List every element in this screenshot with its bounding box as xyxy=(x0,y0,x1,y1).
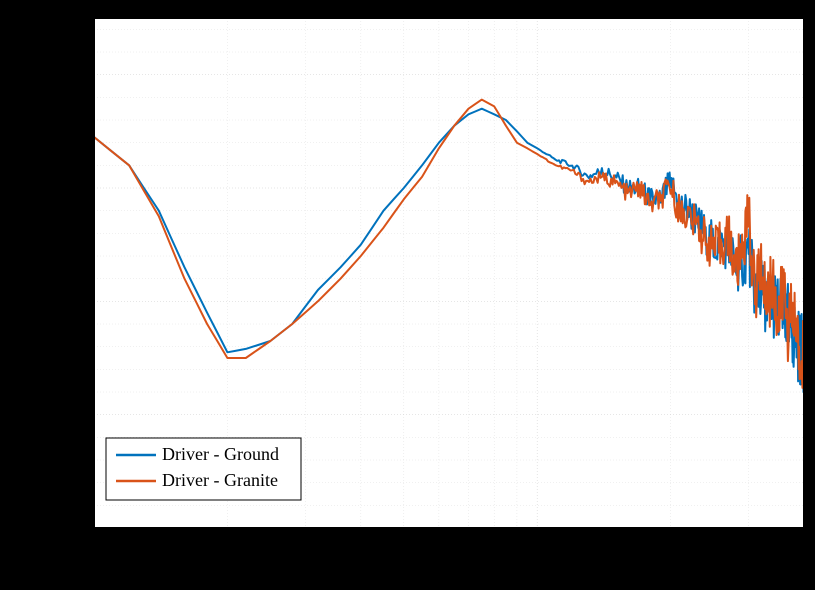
legend-label: Driver - Granite xyxy=(162,470,278,490)
legend-label: Driver - Ground xyxy=(162,444,279,464)
chart-plot-area: Driver - Ground Driver - Granite xyxy=(94,18,804,528)
series-driver-ground xyxy=(94,109,804,392)
legend: Driver - Ground Driver - Granite xyxy=(106,438,301,500)
